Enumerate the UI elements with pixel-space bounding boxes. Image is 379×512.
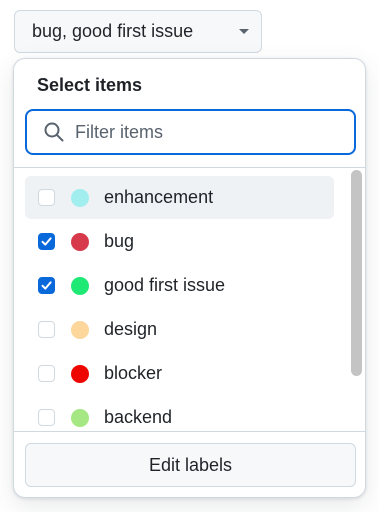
item-label: blocker — [104, 363, 163, 383]
select-items-panel: Select items enhancement bug good first … — [13, 58, 366, 498]
list-item-blocker[interactable]: blocker — [25, 352, 334, 395]
list-item-backend[interactable]: backend — [25, 396, 334, 432]
list-item-bug[interactable]: bug — [25, 220, 334, 263]
label-color-dot — [71, 320, 89, 339]
label-color-dot — [71, 188, 89, 207]
checkbox[interactable] — [38, 409, 55, 426]
list-scrollbar[interactable] — [346, 168, 365, 432]
edit-labels-button[interactable]: Edit labels — [25, 443, 356, 487]
label-color-dot — [71, 276, 89, 295]
items-list[interactable]: enhancement bug good first issue design … — [14, 168, 365, 432]
label-color-dot — [71, 364, 89, 383]
check-icon — [41, 237, 52, 246]
checkbox[interactable] — [38, 277, 55, 294]
item-label: enhancement — [104, 187, 214, 207]
caret-down-icon — [239, 29, 249, 34]
filter-input[interactable] — [73, 120, 313, 144]
item-label: bug — [104, 231, 135, 251]
checkbox[interactable] — [38, 189, 55, 206]
list-item-enhancement[interactable]: enhancement — [25, 176, 334, 219]
list-item-good-first-issue[interactable]: good first issue — [25, 264, 334, 307]
item-label: good first issue — [104, 275, 226, 295]
item-label: design — [104, 319, 158, 339]
panel-title: Select items — [37, 75, 143, 95]
label-color-dot — [71, 408, 89, 427]
search-icon — [44, 122, 64, 142]
checkbox[interactable] — [38, 233, 55, 250]
labels-dropdown-button[interactable]: bug, good first issue — [14, 10, 262, 53]
checkbox[interactable] — [38, 321, 55, 338]
label-color-dot — [71, 232, 89, 251]
check-icon — [41, 281, 52, 290]
dropdown-button-label: bug, good first issue — [32, 21, 194, 41]
filter-field[interactable] — [25, 109, 356, 155]
checkbox[interactable] — [38, 365, 55, 382]
footer-divider — [14, 431, 365, 432]
item-label: backend — [104, 407, 173, 427]
list-item-design[interactable]: design — [25, 308, 334, 351]
scrollbar-thumb[interactable] — [351, 170, 362, 376]
